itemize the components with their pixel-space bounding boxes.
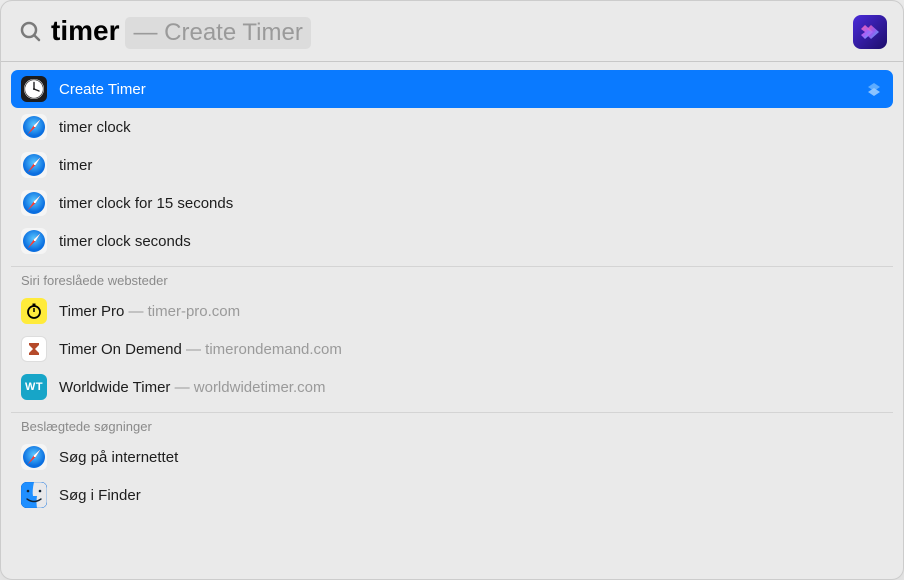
result-label: timer clock: [59, 119, 131, 136]
result-website[interactable]: WT Worldwide Timer — worldwidetimer.com: [11, 368, 893, 406]
section-header-siri-websites: Siri foreslåede websteder: [11, 266, 893, 292]
hourglass-app-icon: [21, 336, 47, 362]
result-label: Timer On Demend — timerondemand.com: [59, 341, 342, 358]
safari-icon: [21, 190, 47, 216]
result-suggestion[interactable]: timer: [11, 146, 893, 184]
section-header-related: Beslægtede søgninger: [11, 412, 893, 438]
wt-app-icon: WT: [21, 374, 47, 400]
shortcuts-layers-icon: [865, 80, 883, 98]
result-website[interactable]: Timer Pro — timer-pro.com: [11, 292, 893, 330]
stopwatch-app-icon: [21, 298, 47, 324]
results-list: Create Timer timer clock: [1, 62, 903, 579]
result-label: Søg i Finder: [59, 487, 141, 504]
result-label: Søg på internettet: [59, 449, 178, 466]
search-bar[interactable]: timer — Create Timer: [1, 1, 903, 61]
safari-icon: [21, 114, 47, 140]
safari-icon: [21, 228, 47, 254]
search-suggestion-chip: — Create Timer: [125, 17, 310, 49]
search-input[interactable]: timer — Create Timer: [51, 15, 845, 49]
clock-app-icon: [21, 76, 47, 102]
result-suggestion[interactable]: timer clock: [11, 108, 893, 146]
result-suggestion[interactable]: timer clock seconds: [11, 222, 893, 260]
search-typed-text: timer: [51, 15, 119, 47]
result-suggestion[interactable]: timer clock for 15 seconds: [11, 184, 893, 222]
result-label: Create Timer: [59, 81, 146, 98]
result-label: timer clock seconds: [59, 233, 191, 250]
spotlight-window: timer — Create Timer: [0, 0, 904, 580]
result-label: Timer Pro — timer-pro.com: [59, 303, 240, 320]
result-related-search-web[interactable]: Søg på internettet: [11, 438, 893, 476]
safari-icon: [21, 152, 47, 178]
result-label: timer clock for 15 seconds: [59, 195, 233, 212]
result-label: Worldwide Timer — worldwidetimer.com: [59, 379, 325, 396]
result-label: timer: [59, 157, 92, 174]
result-website[interactable]: Timer On Demend — timerondemand.com: [11, 330, 893, 368]
safari-icon: [21, 444, 47, 470]
finder-icon: [21, 482, 47, 508]
search-icon: [19, 20, 43, 44]
result-top-hit[interactable]: Create Timer: [11, 70, 893, 108]
result-related-search-finder[interactable]: Søg i Finder: [11, 476, 893, 514]
shortcuts-app-icon: [853, 15, 887, 49]
